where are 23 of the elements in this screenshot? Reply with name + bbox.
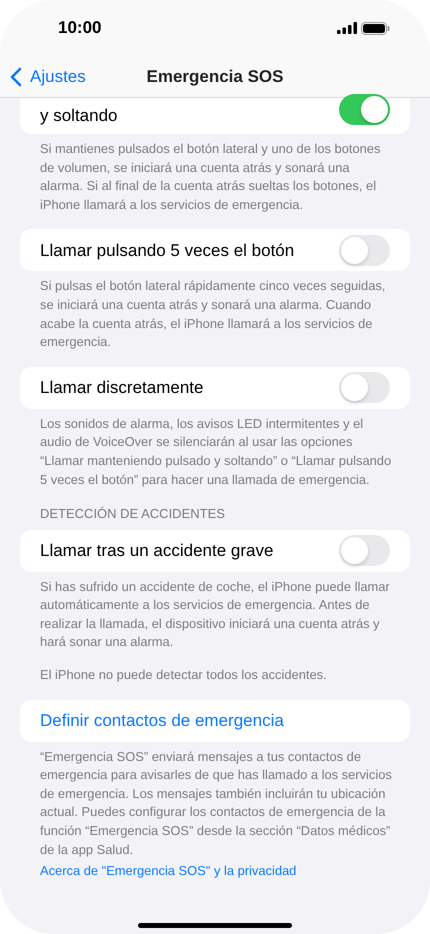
footer-text: Si mantienes pulsados el botón lateral y uno de los botones de volumen, se iniciará una cuenta atrás y sonará una alarma. Si al final de la cuenta atrás sueltas los botones, el iPhone llamará a los servicios de emergencia. bbox=[40, 140, 382, 214]
signal-icon bbox=[337, 22, 357, 34]
toggle-switch[interactable] bbox=[339, 372, 390, 404]
chevron-left-icon bbox=[10, 66, 22, 86]
setting-label: Llamar discretamente bbox=[40, 377, 204, 399]
footer-text: El iPhone no puede detectar todos los accidentes. bbox=[40, 666, 328, 684]
setting-label: Llamar pulsando 5 veces el botón bbox=[40, 240, 294, 262]
status-time: 10:00 bbox=[58, 17, 102, 40]
toggle-switch[interactable] bbox=[339, 94, 390, 124]
privacy-link[interactable]: Acerca de "Emergencia SOS" y la privacidad bbox=[40, 863, 296, 878]
back-button[interactable]: Ajustes bbox=[0, 64, 86, 90]
footer-text: Si has sufrido un accidente de coche, el iPhone puede llamar automáticamente a los servicios de emergencia. Antes de realizar la llamada, el dispositivo iniciará una cuenta atrás y hará sonar una alarma. bbox=[40, 578, 391, 652]
toggle-switch[interactable] bbox=[339, 535, 390, 566]
section-header: DETECCIÓN DE ACCIDENTES bbox=[39, 505, 226, 524]
contacts-link[interactable]: Definir contactos de emergencia bbox=[40, 708, 284, 734]
toggle-switch[interactable] bbox=[339, 234, 390, 266]
footer-text: “Emergencia SOS” enviará mensajes a tus contactos de emergencia para avisarles de que has llamado a los servicios de emergencia. Los mensajes también incluirán tu ubicación actual. Puedes configurar los contactos de emergencia de la función “Emergencia SOS” desde la sección “Datos médicos” de la app Salud. bbox=[40, 748, 393, 859]
setting-label: Llamar tras un accidente grave bbox=[40, 540, 274, 562]
footer-text: Los sonidos de alarma, los avisos LED intermitentes y el audio de VoiceOver se silenciarán al usar las opciones “Llamar manteniendo pulsado y soltando” o “Llamar pulsando 5 veces el botón” para hacer una llamada de emergencia. bbox=[40, 414, 392, 489]
footer-text: Si pulsas el botón lateral rápidamente cinco veces seguidas, se iniciará una cuenta atrás y sonará una alarma. Cuando acabe la cuenta atrás, el iPhone llamará a los servicios de emergencia. bbox=[40, 277, 386, 352]
battery-icon bbox=[361, 22, 390, 34]
setting-label: y soltando bbox=[40, 105, 118, 128]
page-title: Emergencia SOS bbox=[146, 66, 284, 86]
